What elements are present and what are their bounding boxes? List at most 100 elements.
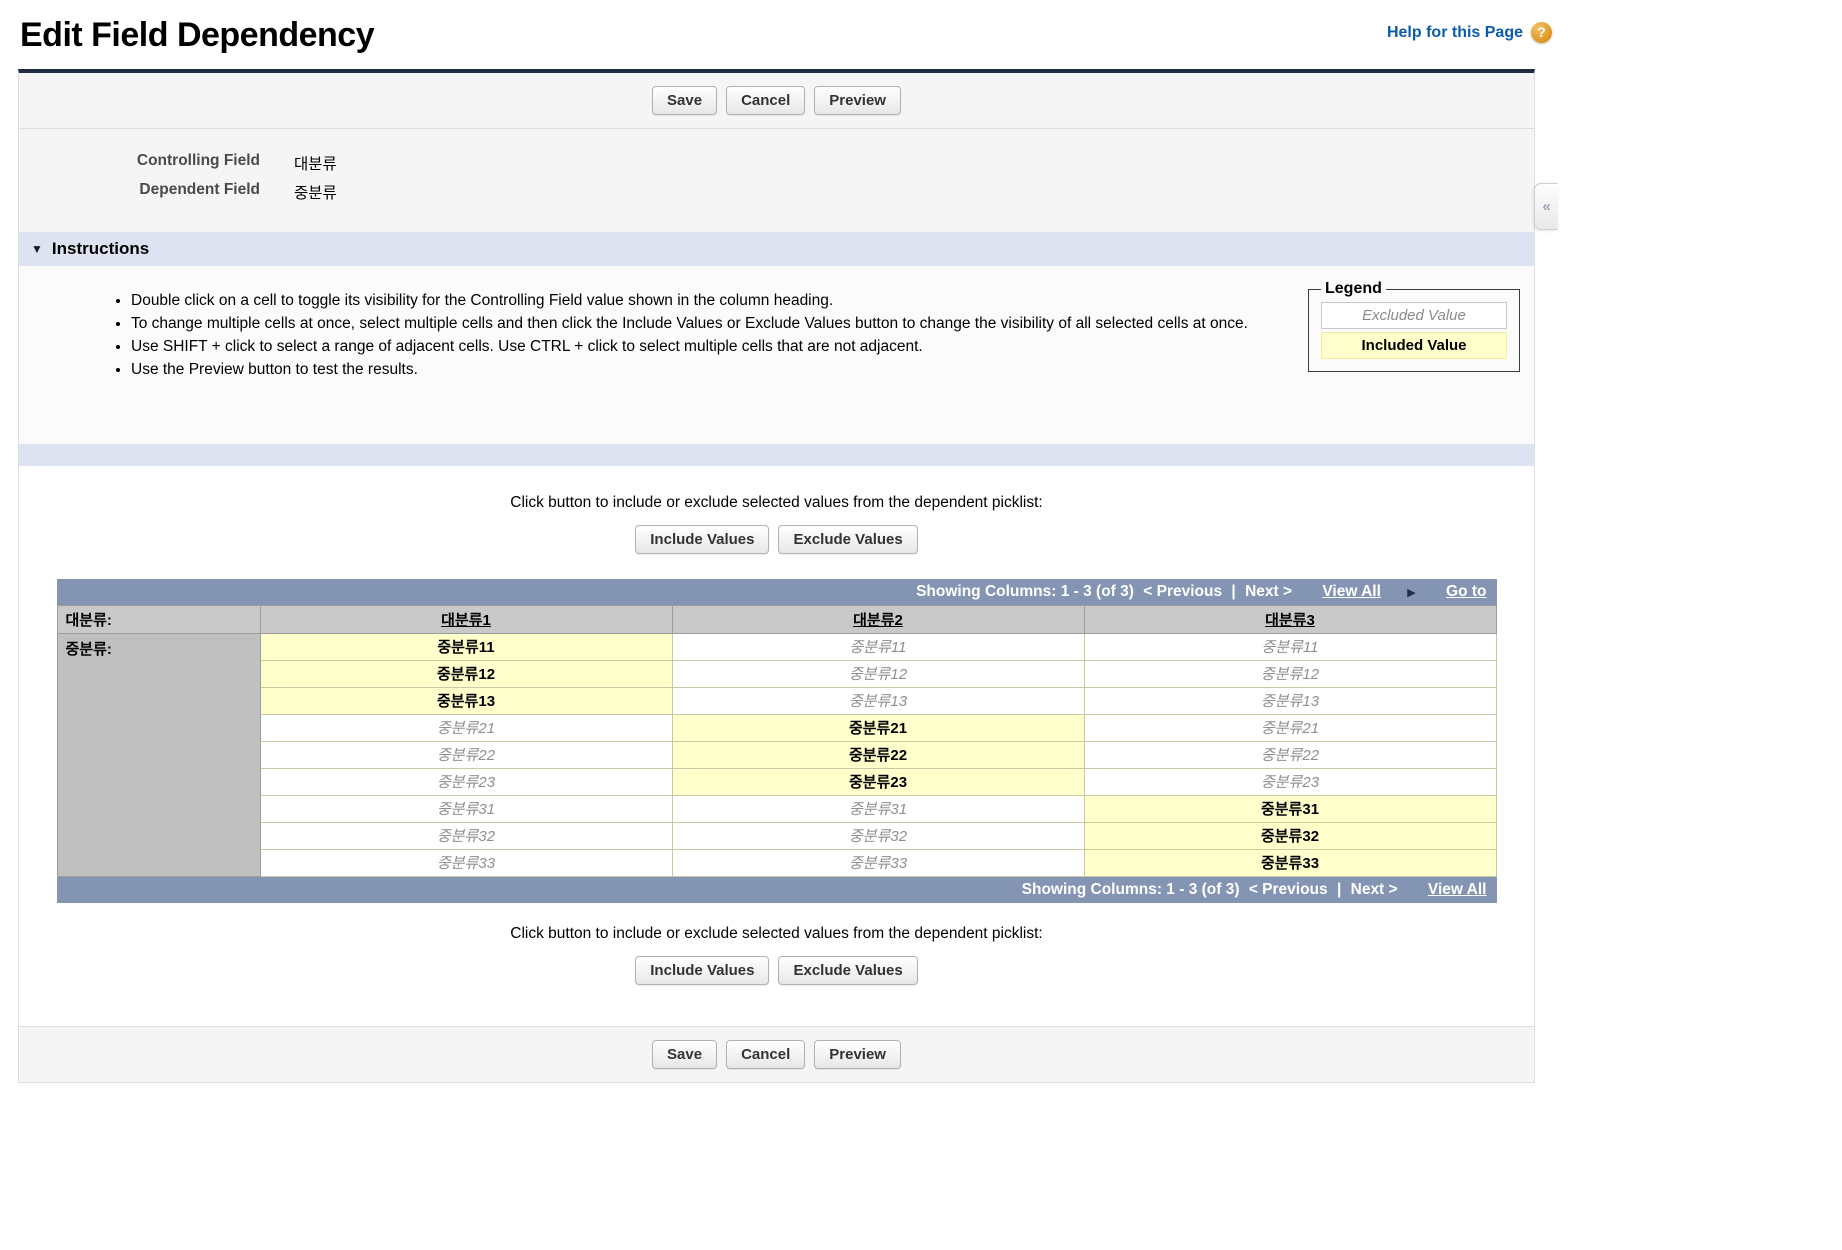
cancel-button-bottom[interactable]: Cancel <box>726 1039 806 1069</box>
collapse-triangle-icon: ▼ <box>31 242 43 256</box>
column-header-2[interactable]: 대분류2 <box>671 604 1085 634</box>
field-detail-section: Controlling Field 대분류 Dependent Field 중분… <box>19 129 1534 232</box>
preview-button-top[interactable]: Preview <box>814 86 901 115</box>
excluded-value-cell[interactable]: 중분류23 <box>1083 767 1497 796</box>
save-button-top[interactable]: Save <box>652 86 718 115</box>
page-header: Edit Field Dependency Help for this Page… <box>0 0 1842 69</box>
included-value-cell[interactable]: 중분류11 <box>259 632 673 661</box>
excluded-value-cell[interactable]: 중분류31 <box>259 794 673 823</box>
table-row: 중분류32 중분류32 중분류32 <box>57 821 1497 850</box>
showing-columns-text: Showing Columns: 1 - 3 (of 3) <box>1021 880 1240 898</box>
included-value-cell[interactable]: 중분류21 <box>671 713 1085 742</box>
included-value-cell[interactable]: 중분류32 <box>1083 821 1497 850</box>
dependent-field-row: Dependent Field 중분류 <box>19 181 1534 203</box>
chevron-left-icon: « <box>1542 198 1551 215</box>
excluded-value-cell[interactable]: 중분류13 <box>671 686 1085 715</box>
instructions-body: Double click on a cell to toggle its vis… <box>19 266 1534 444</box>
table-row: 중분류31 중분류31 중분류31 <box>57 794 1497 823</box>
top-toolbar: Save Cancel Preview <box>19 73 1534 129</box>
excluded-value-cell[interactable]: 중분류33 <box>671 848 1085 877</box>
dependency-matrix-section: Click button to include or exclude selec… <box>19 465 1534 1026</box>
column-header-1[interactable]: 대분류1 <box>259 604 673 634</box>
excluded-value-cell[interactable]: 중분류13 <box>1083 686 1497 715</box>
excluded-value-cell[interactable]: 중분류32 <box>671 821 1085 850</box>
page-title: Edit Field Dependency <box>20 16 375 54</box>
help-area: Help for this Page ? <box>1387 22 1552 43</box>
excluded-value-cell[interactable]: 중분류22 <box>1083 740 1497 769</box>
table-row: 중분류23 중분류23 중분류23 <box>57 767 1497 796</box>
included-value-cell[interactable]: 중분류22 <box>671 740 1085 769</box>
next-pager[interactable]: Next > <box>1351 881 1398 898</box>
dependent-field-label: Dependent Field <box>139 181 260 198</box>
controlling-field-row-label: 대분류: <box>56 604 261 634</box>
picklist-prompt-top: Click button to include or exclude selec… <box>510 493 1043 511</box>
legend-title: Legend <box>1325 280 1382 297</box>
included-value-cell[interactable]: 중분류31 <box>1083 794 1497 823</box>
view-all-link[interactable]: View All <box>1322 583 1381 600</box>
pager-divider: | <box>1231 582 1236 600</box>
previous-pager[interactable]: < Previous <box>1249 881 1328 898</box>
excluded-value-cell[interactable]: 중분류21 <box>259 713 673 742</box>
included-value-cell[interactable]: 중분류33 <box>1083 848 1497 877</box>
table-footer-bar: Showing Columns: 1 - 3 (of 3) < Previous… <box>56 876 1497 903</box>
excluded-value-cell[interactable]: 중분류11 <box>671 632 1085 661</box>
exclude-values-button-top[interactable]: Exclude Values <box>778 524 918 554</box>
preview-button-bottom[interactable]: Preview <box>814 1039 901 1069</box>
pager-divider: | <box>1336 880 1342 898</box>
dependency-matrix-table: 대분류: 대분류1 대분류2 대분류3 중분류: 중분류11 중분류11 중분류11 중… <box>56 604 1497 877</box>
excluded-value-cell[interactable]: 중분류32 <box>259 821 673 850</box>
excluded-value-cell[interactable]: 중분류12 <box>671 659 1085 688</box>
edit-field-dependency-panel: Save Cancel Preview Controlling Field 대분… <box>18 69 1535 1083</box>
instruction-item: Double click on a cell to toggle its vis… <box>131 292 1291 311</box>
instruction-item: Use the Preview button to test the resul… <box>131 361 1291 380</box>
excluded-value-cell[interactable]: 중분류33 <box>259 848 673 877</box>
dependent-field-value: 중분류 <box>294 185 337 202</box>
exclude-values-button-bottom[interactable]: Exclude Values <box>778 955 918 985</box>
previous-pager[interactable]: < Previous <box>1143 583 1222 600</box>
excluded-value-cell[interactable]: 중분류11 <box>1083 632 1497 661</box>
controlling-field-row: Controlling Field 대분류 <box>19 152 1534 174</box>
dependency-table-wrap: Showing Columns: 1 - 3 (of 3) < Previous… <box>56 578 1497 903</box>
table-row: 중분류22 중분류22 중분류22 <box>57 740 1497 769</box>
dependent-field-row-label: 중분류: <box>56 632 261 877</box>
go-to-link[interactable]: Go to <box>1446 583 1486 600</box>
excluded-value-cell[interactable]: 중분류23 <box>259 767 673 796</box>
column-header-3[interactable]: 대분류3 <box>1083 604 1497 634</box>
table-row: 중분류: 중분류11 중분류11 중분류11 <box>56 632 1497 877</box>
legend-included-value: Included Value <box>1321 332 1507 359</box>
showing-columns-text: Showing Columns: 1 - 3 (of 3) <box>916 582 1134 600</box>
save-button-bottom[interactable]: Save <box>652 1039 718 1069</box>
excluded-value-cell[interactable]: 중분류21 <box>1083 713 1497 742</box>
table-header-bar: Showing Columns: 1 - 3 (of 3) < Previous… <box>56 578 1497 605</box>
include-values-button-bottom[interactable]: Include Values <box>635 955 770 985</box>
sidebar-collapse-tab[interactable]: « <box>1534 183 1558 230</box>
go-to-triangle-icon: ▶ <box>1407 586 1416 599</box>
table-row: 중분류21 중분류21 중분류21 <box>57 713 1497 742</box>
column-header-row: 대분류: 대분류1 대분류2 대분류3 <box>56 604 1497 634</box>
next-pager[interactable]: Next > <box>1245 583 1292 600</box>
excluded-value-cell[interactable]: 중분류22 <box>259 740 673 769</box>
table-row: 중분류12 중분류12 중분류12 <box>57 659 1497 688</box>
cancel-button-top[interactable]: Cancel <box>726 86 806 115</box>
controlling-field-label: Controlling Field <box>136 152 260 169</box>
table-row: 중분류33 중분류33 중분류33 <box>57 848 1497 877</box>
view-all-link[interactable]: View All <box>1428 881 1487 898</box>
include-values-button-top[interactable]: Include Values <box>635 524 770 554</box>
picklist-prompt-bottom: Click button to include or exclude selec… <box>510 924 1043 942</box>
help-question-icon[interactable]: ? <box>1531 22 1552 43</box>
instruction-item: To change multiple cells at once, select… <box>131 315 1291 334</box>
instructions-bullet-list: Double click on a cell to toggle its vis… <box>111 292 1291 380</box>
excluded-value-cell[interactable]: 중분류31 <box>671 794 1085 823</box>
instructions-section-header[interactable]: ▼ Instructions <box>19 232 1534 266</box>
legend-excluded-value: Excluded Value <box>1321 302 1507 329</box>
included-value-cell[interactable]: 중분류13 <box>259 686 673 715</box>
bottom-toolbar: Save Cancel Preview <box>19 1025 1534 1082</box>
legend-box: Legend Excluded Value Included Value <box>1308 280 1520 372</box>
included-value-cell[interactable]: 중분류12 <box>259 659 673 688</box>
section-divider-bar <box>19 443 1534 466</box>
help-for-this-page-link[interactable]: Help for this Page <box>1387 24 1523 42</box>
excluded-value-cell[interactable]: 중분류12 <box>1083 659 1497 688</box>
table-row: 중분류13 중분류13 중분류13 <box>57 686 1497 715</box>
included-value-cell[interactable]: 중분류23 <box>671 767 1085 796</box>
instruction-item: Use SHIFT + click to select a range of a… <box>131 338 1291 357</box>
